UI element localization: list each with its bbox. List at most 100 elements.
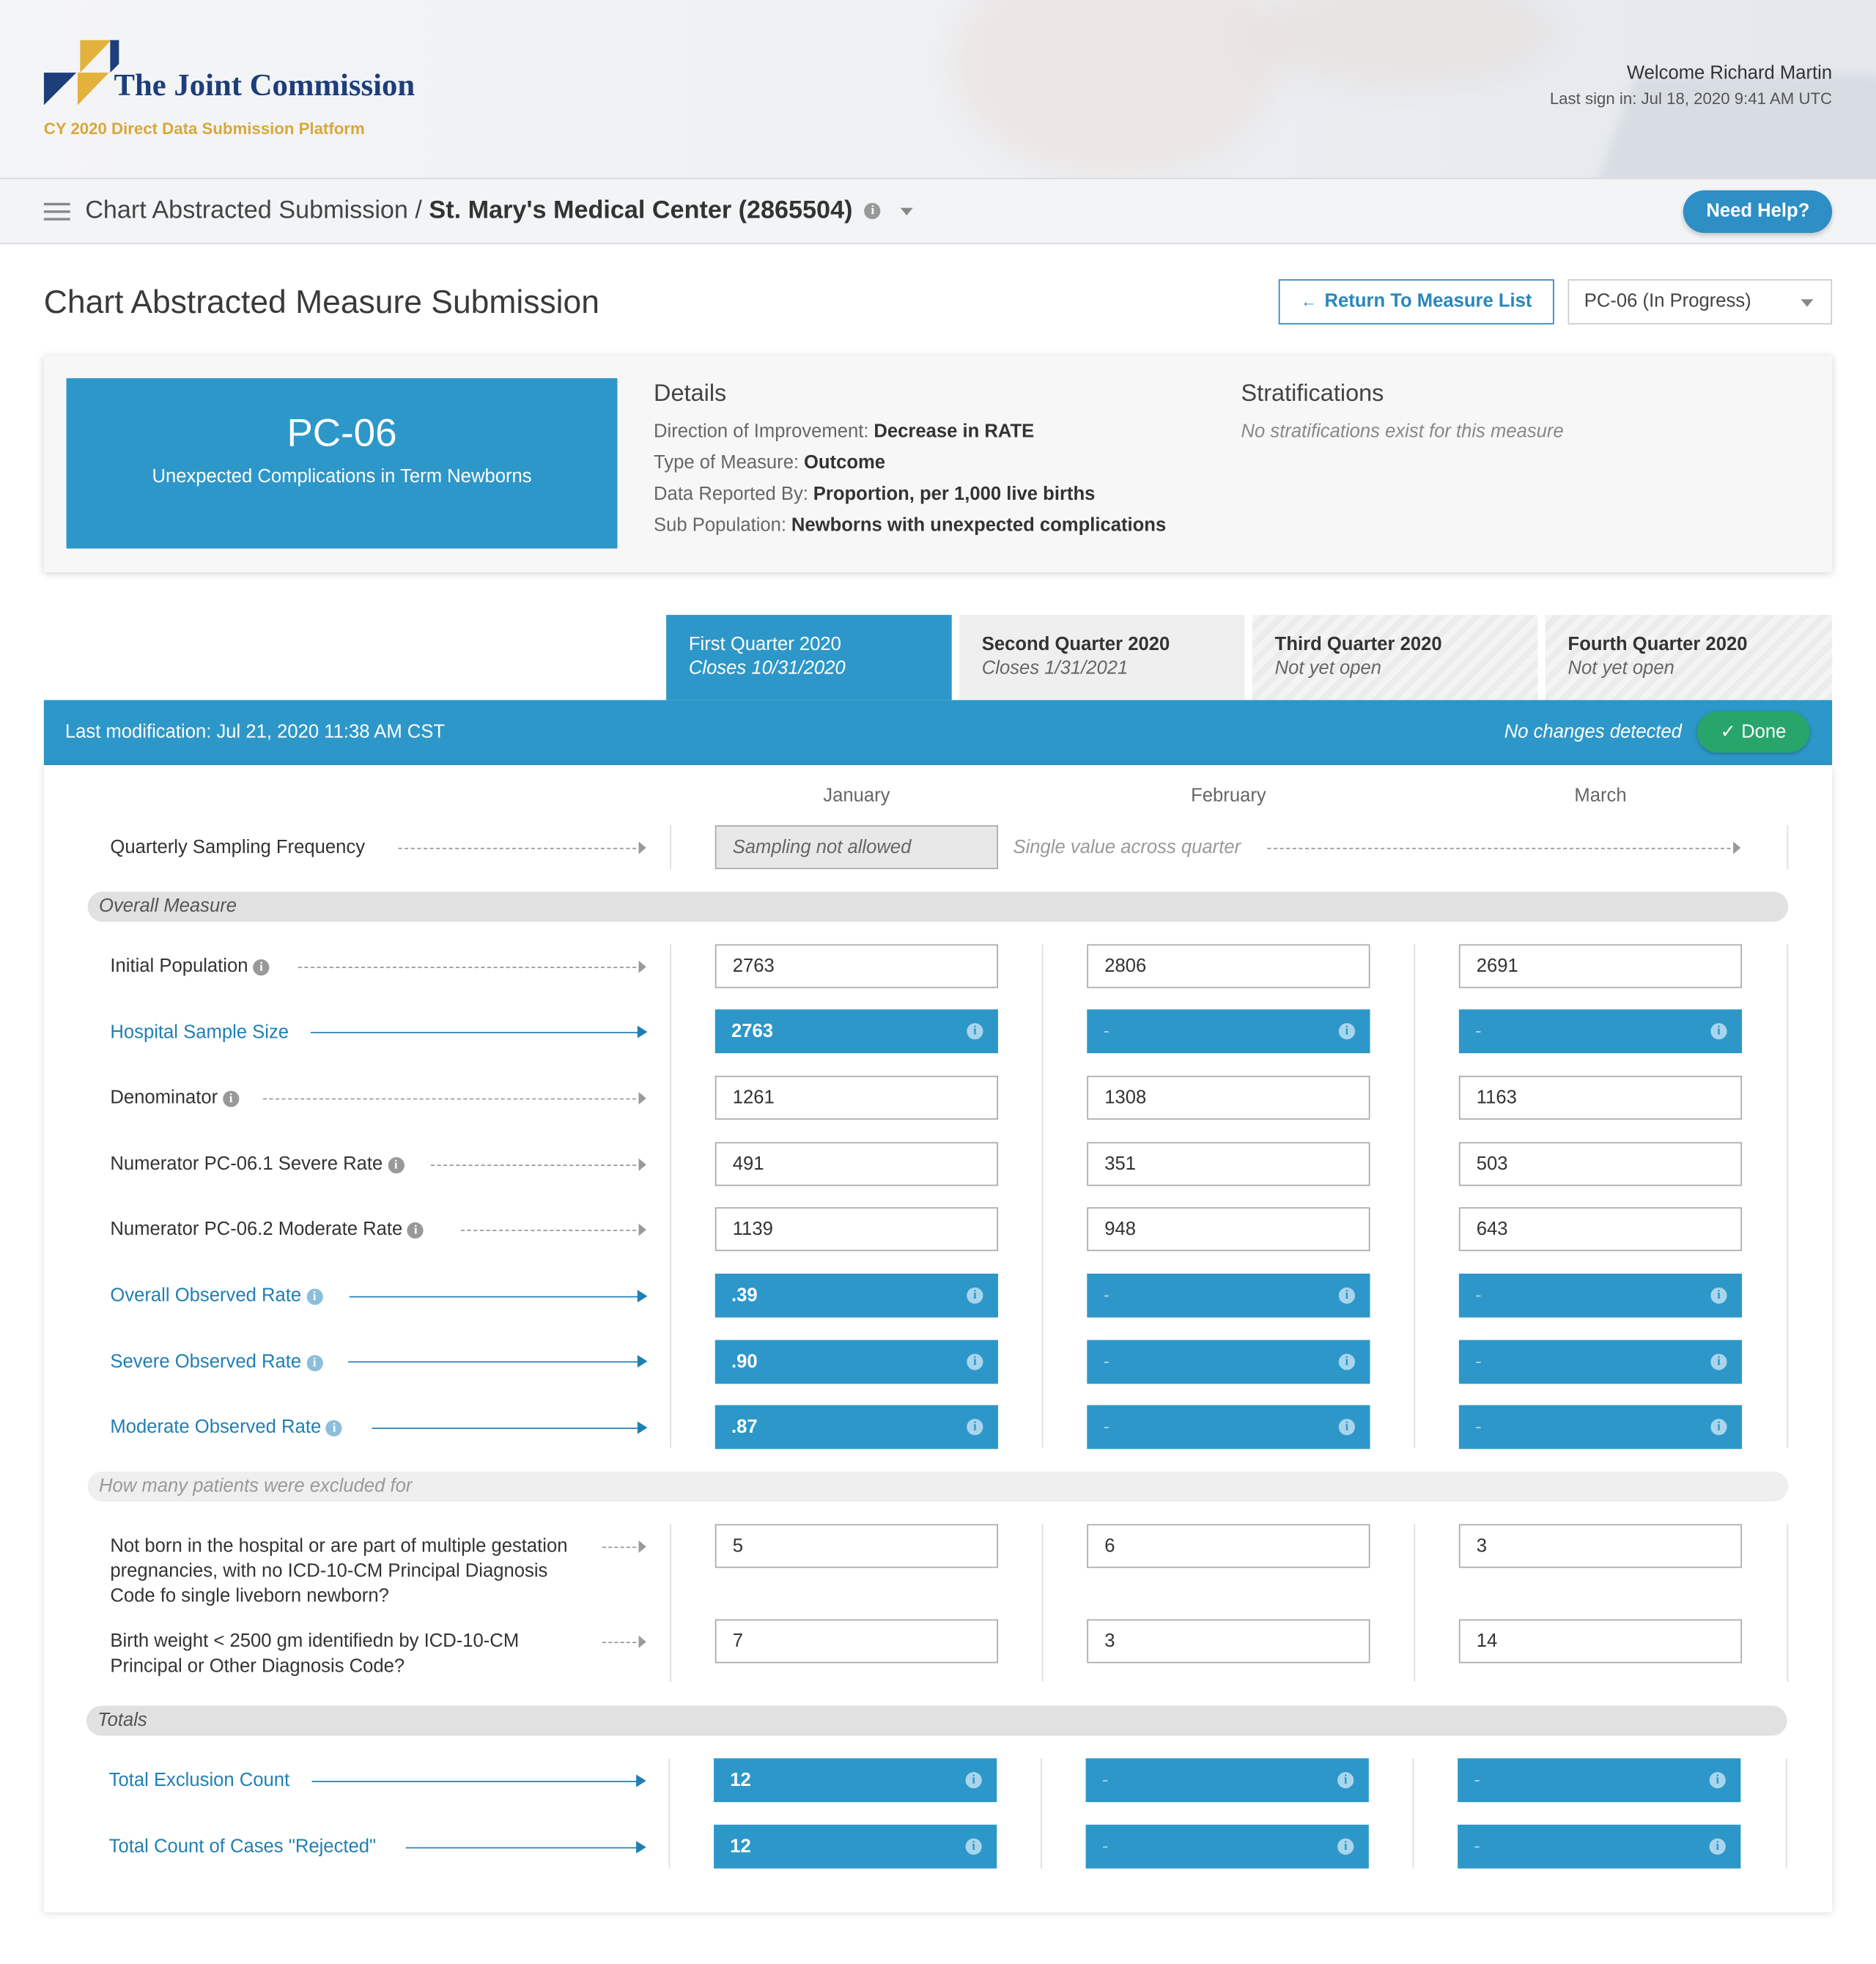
hospital-sample-size-value: -i (1087, 1009, 1370, 1054)
numerator-moderate-input[interactable]: 1139 (714, 1207, 998, 1252)
info-icon[interactable]: i (1338, 1419, 1356, 1436)
info-icon[interactable]: i (306, 1354, 323, 1371)
info-icon[interactable]: i (1710, 1287, 1727, 1304)
overall-observed-rate-value: .39 i (714, 1273, 998, 1318)
exclusion-not-born-input[interactable]: 3 (1458, 1524, 1743, 1568)
info-icon[interactable]: i (407, 1222, 424, 1238)
info-icon[interactable]: i (965, 1772, 982, 1789)
nav-bar: Chart Abstracted Submission / St. Mary's… (0, 177, 1876, 245)
stratifications-note: No stratifications exist for this measur… (1241, 421, 1564, 443)
tab-title: Second Quarter 2020 (981, 633, 1170, 655)
menu-icon[interactable] (43, 202, 70, 221)
denominator-input[interactable]: 1308 (1087, 1075, 1370, 1120)
exclusion-not-born-input[interactable]: 5 (714, 1524, 998, 1568)
stratifications-heading: Stratifications (1241, 380, 1384, 407)
tab-title: First Quarter 2020 (688, 633, 841, 655)
numerator-severe-input[interactable]: 491 (714, 1142, 998, 1186)
info-icon[interactable]: i (253, 959, 270, 975)
tab-q2-2020[interactable]: Second Quarter 2020 Closes 1/31/2021 (959, 615, 1245, 701)
tab-subtitle: Closes 1/31/2021 (981, 657, 1129, 679)
month-header: March (1574, 785, 1627, 807)
overall-observed-rate-value: -i (1458, 1273, 1743, 1318)
tab-title: Third Quarter 2020 (1274, 633, 1442, 655)
tab-title: Fourth Quarter 2020 (1567, 633, 1748, 655)
measure-select[interactable]: PC-06 (In Progress) (1567, 279, 1833, 325)
info-icon[interactable]: i (306, 1288, 323, 1304)
info-icon[interactable]: i (1710, 1023, 1727, 1040)
user-welcome: Welcome Richard Martin Last sign in: Jul… (1550, 62, 1832, 108)
breadcrumb: Chart Abstracted Submission / St. Mary's… (85, 196, 913, 225)
exclusion-birth-weight-input[interactable]: 3 (1087, 1619, 1370, 1664)
brand-logo-icon (43, 40, 119, 106)
info-icon[interactable]: i (967, 1419, 983, 1436)
section-exclusions: How many patients were excluded for (87, 1471, 1789, 1502)
breadcrumb-organization[interactable]: St. Mary's Medical Center (2865504) (429, 196, 852, 224)
moderate-observed-rate-value: -i (1458, 1405, 1743, 1450)
info-icon[interactable]: i (1338, 1287, 1356, 1304)
numerator-moderate-input[interactable]: 643 (1458, 1207, 1743, 1252)
total-exclusion-count-value: -i (1085, 1758, 1369, 1803)
moderate-observed-rate-value: -i (1087, 1405, 1370, 1450)
initial-population-input[interactable]: 2806 (1087, 944, 1370, 989)
info-icon[interactable]: i (1338, 1023, 1356, 1040)
initial-population-input[interactable]: 2763 (714, 944, 998, 989)
need-help-button[interactable]: Need Help? (1683, 190, 1833, 233)
info-icon[interactable]: i (1710, 1354, 1727, 1370)
return-to-measure-list-button[interactable]: ← Return To Measure List (1278, 279, 1554, 325)
chevron-down-icon[interactable] (900, 207, 913, 215)
info-icon[interactable]: i (388, 1156, 405, 1173)
info-icon[interactable]: i (1337, 1838, 1354, 1855)
hospital-sample-size-value: 2763 i (714, 1009, 998, 1054)
info-icon[interactable]: i (965, 1838, 982, 1855)
measure-badge: PC-06 Unexpected Complications in Term N… (66, 378, 618, 549)
numerator-moderate-input[interactable]: 948 (1087, 1207, 1370, 1252)
info-icon[interactable]: i (1709, 1838, 1726, 1855)
info-icon[interactable]: i (1338, 1354, 1356, 1370)
sampling-frequency-label: Quarterly Sampling Frequency (110, 836, 366, 858)
exclusion-birth-weight-input[interactable]: 14 (1458, 1619, 1743, 1664)
measure-name: Unexpected Complications in Term Newborn… (152, 465, 532, 487)
row-label-severe-observed-rate: Severe Observed Rate i (110, 1351, 323, 1373)
detail-row: Sub Population: Newborns with unexpected … (654, 514, 1167, 536)
info-icon[interactable]: i (1710, 1419, 1727, 1436)
tab-q4-2020: Fourth Quarter 2020 Not yet open (1545, 615, 1833, 701)
numerator-severe-input[interactable]: 503 (1458, 1142, 1743, 1186)
row-label-moderate-observed-rate: Moderate Observed Rate i (110, 1417, 343, 1438)
info-icon[interactable]: i (1337, 1772, 1354, 1789)
status-bar: Last modification: Jul 21, 2020 11:38 AM… (43, 700, 1833, 766)
total-rejected-value: 12 i (714, 1824, 997, 1869)
info-icon[interactable]: i (222, 1090, 240, 1107)
info-icon[interactable]: i (967, 1354, 983, 1370)
tab-q1-2020[interactable]: First Quarter 2020 Closes 10/31/2020 (666, 615, 952, 701)
denominator-input[interactable]: 1261 (714, 1075, 998, 1120)
row-label-denominator: Denominator i (110, 1087, 240, 1108)
row-label-numerator-moderate: Numerator PC-06.2 Moderate Rate i (110, 1219, 424, 1240)
welcome-text: Welcome Richard Martin (1626, 62, 1833, 84)
details-heading: Details (654, 380, 727, 407)
severe-observed-rate-value: -i (1087, 1340, 1370, 1384)
row-label-total-exclusion-count: Total Exclusion Count (108, 1769, 290, 1791)
row-label-overall-observed-rate: Overall Observed Rate i (110, 1285, 323, 1306)
exclusion-label-not-born-in-hospital: Not born in the hospital or are part of … (110, 1535, 568, 1607)
numerator-severe-input[interactable]: 351 (1087, 1142, 1370, 1186)
severe-observed-rate-value: -i (1458, 1340, 1743, 1384)
exclusion-not-born-input[interactable]: 6 (1087, 1524, 1370, 1568)
denominator-input[interactable]: 1163 (1458, 1075, 1743, 1120)
info-icon[interactable]: i (967, 1287, 983, 1304)
total-rejected-value: -i (1085, 1824, 1369, 1869)
breadcrumb-section[interactable]: Chart Abstracted Submission / (85, 196, 422, 224)
brand-name[interactable]: The Joint Commission (114, 69, 416, 104)
info-icon[interactable]: i (326, 1420, 343, 1436)
info-icon[interactable]: i (1709, 1772, 1726, 1789)
info-icon[interactable]: i (864, 203, 882, 220)
info-icon[interactable]: i (967, 1023, 983, 1040)
detail-row: Direction of Improvement: Decrease in RAT… (654, 421, 1035, 443)
section-totals: Totals (86, 1705, 1787, 1736)
tab-subtitle: Not yet open (1567, 657, 1674, 679)
row-label-total-rejected: Total Count of Cases "Rejected" (108, 1836, 377, 1858)
done-button[interactable]: ✓ Done (1696, 711, 1810, 753)
exclusion-birth-weight-input[interactable]: 7 (714, 1619, 998, 1664)
submission-panel (43, 765, 1833, 1913)
initial-population-input[interactable]: 2691 (1458, 944, 1743, 989)
row-label-numerator-severe: Numerator PC-06.1 Severe Rate i (110, 1153, 405, 1175)
